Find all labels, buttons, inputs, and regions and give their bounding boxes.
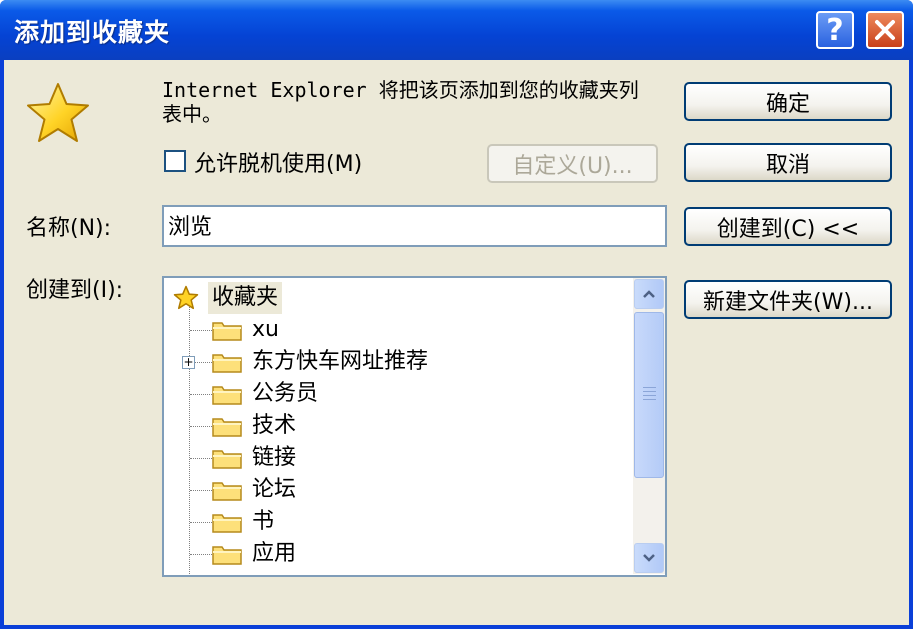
scroll-thumb[interactable] xyxy=(634,312,664,478)
tree-line xyxy=(190,330,212,331)
tree-item[interactable]: + 东方快车网址推荐 xyxy=(164,346,632,378)
folder-icon xyxy=(212,514,242,533)
star-icon xyxy=(173,285,199,310)
tree-item-label: 技术 xyxy=(252,413,297,438)
close-icon xyxy=(875,20,895,40)
new-folder-button[interactable]: 新建文件夹(W)... xyxy=(684,280,892,319)
cancel-button[interactable]: 取消 xyxy=(684,143,892,182)
title-bar[interactable]: 添加到收藏夹 ? xyxy=(0,0,913,60)
tree-item-label: 公务员 xyxy=(252,381,319,406)
tree-item[interactable]: 应用 xyxy=(164,538,632,570)
grip-line xyxy=(643,395,656,396)
scroll-up-icon xyxy=(643,290,655,298)
grip-line xyxy=(643,387,656,388)
star-icon xyxy=(27,83,89,142)
folder-icon xyxy=(212,418,242,437)
tree-item[interactable]: 书 xyxy=(164,506,632,538)
close-button[interactable] xyxy=(866,11,904,49)
tree-item-label: 论坛 xyxy=(252,477,297,502)
tree-root[interactable]: 收藏夹 xyxy=(164,282,632,314)
folder-icon xyxy=(212,354,242,373)
ok-button[interactable]: 确定 xyxy=(684,82,892,121)
tree-item-label: 东方快车网址推荐 xyxy=(252,349,429,374)
expand-icon[interactable]: + xyxy=(182,356,195,369)
scroll-up-button[interactable] xyxy=(634,279,664,309)
scroll-down-icon xyxy=(643,554,655,562)
tree-line xyxy=(190,554,212,555)
name-label: 名称(N): xyxy=(26,216,112,241)
create-in-button[interactable]: 创建到(C) << xyxy=(684,207,892,246)
tree-item[interactable]: xu xyxy=(164,314,632,346)
tree-line xyxy=(190,522,212,523)
tree-item-label: 应用 xyxy=(252,541,297,566)
dialog-body: Internet Explorer 将把该页添加到您的收藏夹列表中。 允许脱机使… xyxy=(4,60,909,625)
tree-line xyxy=(190,490,212,491)
window-title: 添加到收藏夹 xyxy=(14,18,171,47)
name-input[interactable]: 浏览 xyxy=(162,205,667,247)
folder-icon xyxy=(212,482,242,501)
tree-item[interactable]: 公务员 xyxy=(164,378,632,410)
tree-line xyxy=(190,426,212,427)
folder-icon xyxy=(212,546,242,565)
tree-item[interactable]: 链接 xyxy=(164,442,632,474)
help-button[interactable]: ? xyxy=(816,11,854,49)
tree-scrollbar[interactable] xyxy=(633,278,665,574)
tree-item[interactable]: 论坛 xyxy=(164,474,632,506)
tree-root-label: 收藏夹 xyxy=(208,282,283,314)
grip-line xyxy=(643,391,656,392)
grip-line xyxy=(643,399,656,400)
tree-item-label: xu xyxy=(252,317,279,342)
customize-button[interactable]: 自定义(U)... xyxy=(487,144,658,183)
add-favorite-dialog: 添加到收藏夹 ? Internet Explorer 将把该页添加到您的收藏夹列… xyxy=(0,0,913,629)
folder-icon xyxy=(212,450,242,469)
tree-item-label: 链接 xyxy=(252,445,297,470)
tree-line xyxy=(190,394,212,395)
tree-line xyxy=(190,458,212,459)
offline-label[interactable]: 允许脱机使用(M) xyxy=(194,146,362,178)
dialog-message: Internet Explorer 将把该页添加到您的收藏夹列表中。 xyxy=(162,78,639,126)
folder-icon xyxy=(212,386,242,405)
folder-tree[interactable]: 收藏夹 xu + 东方快车网址推荐 公务员 技术 链接 论坛 书 应用 xyxy=(162,276,667,577)
folder-icon xyxy=(212,322,242,341)
tree-item[interactable]: 技术 xyxy=(164,410,632,442)
scroll-down-button[interactable] xyxy=(634,543,664,573)
create-in-label: 创建到(I): xyxy=(26,278,124,303)
tree-item-label: 书 xyxy=(252,509,275,534)
offline-checkbox[interactable] xyxy=(164,150,186,172)
